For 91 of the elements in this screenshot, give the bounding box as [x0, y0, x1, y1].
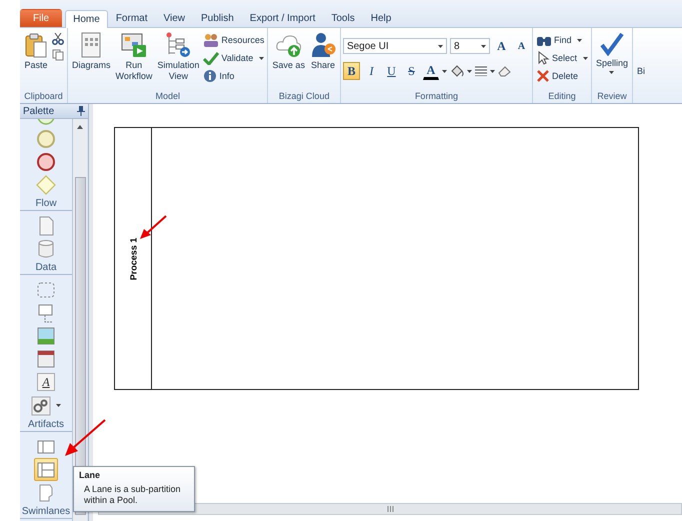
workflow-play-icon: [120, 32, 147, 58]
ribbon-tab[interactable]: Export / Import: [242, 9, 324, 27]
caret-icon: [582, 56, 588, 60]
form-window-icon: [36, 348, 56, 368]
copy-icon: [52, 49, 64, 61]
ribbon-button[interactable]: Paste: [22, 30, 50, 73]
circle-icon: [36, 128, 56, 148]
ribbon-button[interactable]: Bi: [635, 30, 646, 76]
caret-icon: [480, 44, 486, 48]
checkmark-icon: [203, 51, 220, 65]
section-label: Flow: [35, 197, 57, 210]
group-label: Review: [596, 91, 628, 103]
diamond-icon: [36, 174, 56, 194]
section-label: Swimlanes: [22, 505, 70, 518]
caret-icon: [56, 404, 61, 407]
cut-button[interactable]: [51, 32, 65, 46]
ribbon-button[interactable]: Select: [534, 50, 589, 66]
group-label: Model: [154, 91, 181, 103]
section-label: Data: [35, 261, 57, 274]
shrink-font-button[interactable]: A: [512, 37, 530, 55]
panel-title: Palette: [23, 106, 54, 116]
ribbon-button[interactable]: Delete: [534, 68, 589, 84]
palette-item[interactable]: [34, 458, 58, 481]
caret-icon: [609, 71, 614, 74]
pool-shape[interactable]: Process 1: [114, 127, 639, 390]
clipboard-icon: [24, 32, 48, 58]
strikethrough-button[interactable]: S: [402, 62, 420, 80]
end-event-icon: [36, 152, 56, 172]
group-label: Formatting: [414, 91, 459, 103]
tooltip-text: A Lane is a sub-partition within a Pool.: [83, 484, 182, 506]
pin-icon[interactable]: [77, 106, 85, 116]
caret-icon: [442, 70, 447, 72]
ribbon-tab[interactable]: Tools: [323, 9, 363, 27]
lane-icon: [36, 460, 56, 480]
section-label: Artifacts: [28, 418, 64, 431]
pool-label: Process 1: [128, 237, 138, 280]
ribbon-tab[interactable]: Home: [65, 10, 108, 28]
ribbon-button[interactable]: Resources: [202, 32, 266, 48]
group-label: Bizagi Cloud: [278, 91, 330, 103]
ribbon-button[interactable]: Run Workflow: [114, 30, 154, 84]
font-dropdown[interactable]: Segoe UI: [342, 38, 447, 54]
caret-icon: [438, 44, 443, 48]
palette-item[interactable]: [34, 150, 58, 173]
ribbon-button[interactable]: Validate: [202, 50, 266, 66]
ribbon-button[interactable]: Diagrams: [70, 30, 113, 73]
database-icon: [36, 238, 56, 258]
align-icon[interactable]: [474, 66, 487, 76]
info-icon: [203, 69, 218, 83]
grow-font-button[interactable]: A: [492, 37, 510, 55]
scroll-up-icon[interactable]: [77, 125, 83, 129]
person-share-icon: [310, 32, 336, 58]
caret-icon: [259, 56, 264, 60]
italic-button[interactable]: I: [362, 62, 380, 80]
font-color-button[interactable]: A: [422, 62, 439, 80]
landscape-icon: [36, 326, 56, 346]
caret-icon: [466, 70, 472, 72]
tooltip-title: Lane: [79, 470, 102, 480]
group-label: Editing: [547, 91, 577, 103]
ribbon-button[interactable]: Save as: [270, 30, 307, 73]
delete-x-icon: [536, 69, 550, 83]
ribbon-button[interactable]: Info: [202, 68, 266, 84]
cursor-icon: [536, 51, 550, 65]
caret-icon: [490, 70, 495, 72]
gears-icon: [31, 396, 51, 416]
pointer-arrow: [140, 215, 168, 241]
grip-icon: [386, 506, 394, 512]
ribbon-button[interactable]: Spelling: [594, 30, 630, 76]
caret-icon: [577, 38, 582, 42]
underline-button[interactable]: U: [382, 62, 400, 80]
ribbon-button[interactable]: Share: [308, 30, 338, 73]
document-grid-icon: [80, 32, 102, 58]
font-size-dropdown[interactable]: 8: [450, 38, 490, 54]
spellcheck-icon: [600, 32, 624, 56]
pointer-arrow: [63, 419, 107, 457]
palette-item[interactable]: [29, 394, 63, 417]
ribbon-tab[interactable]: View: [155, 9, 193, 27]
ribbon-tab[interactable]: Format: [108, 9, 156, 27]
dashed-rectangle-icon: [36, 280, 56, 300]
scissors-icon: [52, 33, 64, 45]
flow-arrow-icon: [165, 32, 192, 58]
palette-item[interactable]: A: [37, 373, 55, 391]
paint-bucket-icon[interactable]: [450, 65, 464, 77]
ribbon-button[interactable]: Find: [534, 32, 589, 48]
eraser-icon[interactable]: [498, 65, 512, 77]
copy-button[interactable]: [51, 48, 65, 62]
ribbon-tab[interactable]: Publish: [192, 9, 242, 27]
bold-button[interactable]: B: [342, 62, 360, 80]
group-label: Clipboard: [23, 91, 64, 103]
ribbon-tab[interactable]: Help: [362, 9, 400, 27]
ribbon-button[interactable]: Simulation View: [155, 30, 202, 84]
people-icon: [203, 33, 220, 47]
